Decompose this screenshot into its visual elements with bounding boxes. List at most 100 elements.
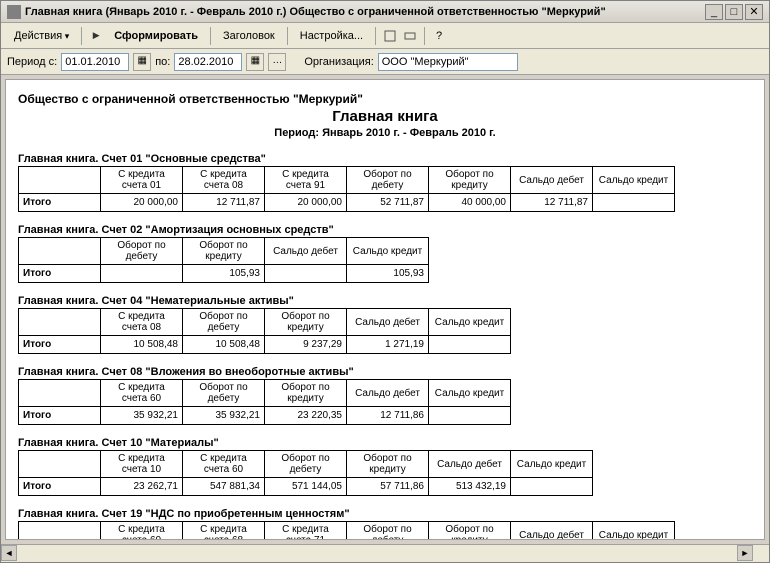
value-cell: 9 237,29	[265, 336, 347, 354]
org-input[interactable]	[378, 53, 518, 71]
column-header: С кредита счета 60	[101, 522, 183, 541]
column-header: С кредита счета 08	[183, 167, 265, 194]
ledger-table: С кредита счета 08Оборот по дебетуОборот…	[18, 308, 511, 354]
value-cell	[429, 407, 511, 425]
section-title: Главная книга. Счет 08 "Вложения во внео…	[18, 366, 752, 378]
section-title: Главная книга. Счет 19 "НДС по приобрете…	[18, 508, 752, 520]
date-to-input[interactable]	[174, 53, 242, 71]
ledger-table: С кредита счета 60Оборот по дебетуОборот…	[18, 379, 511, 425]
column-header: Сальдо дебет	[511, 167, 593, 194]
org-label: Организация:	[304, 56, 373, 68]
sections-host: Главная книга. Счет 01 "Основные средств…	[18, 153, 752, 540]
value-cell	[511, 478, 593, 496]
settings-button[interactable]: Настройка...	[293, 27, 370, 45]
tool-icon-1[interactable]	[381, 27, 399, 45]
column-header: Сальдо кредит	[347, 238, 429, 265]
to-label: по:	[155, 56, 170, 68]
value-cell: 10 508,48	[101, 336, 183, 354]
filterbar: Период с: ▦ по: ▦ … Организация:	[1, 49, 769, 75]
play-icon[interactable]	[87, 27, 105, 45]
scroll-right-button[interactable]: ►	[737, 545, 753, 561]
column-header: Оборот по кредиту	[265, 380, 347, 407]
value-cell: 547 881,34	[183, 478, 265, 496]
row-label: Итого	[19, 265, 101, 283]
section-title: Главная книга. Счет 04 "Нематериальные а…	[18, 295, 752, 307]
blank-header	[19, 522, 101, 541]
ledger-section: Главная книга. Счет 02 "Амортизация осно…	[18, 224, 752, 283]
row-label: Итого	[19, 407, 101, 425]
actions-menu[interactable]: Действия	[7, 27, 76, 45]
minimize-button[interactable]: _	[705, 4, 723, 20]
value-cell: 52 711,87	[347, 194, 429, 212]
blank-header	[19, 167, 101, 194]
ledger-table: С кредита счета 60С кредита счета 68С кр…	[18, 521, 675, 540]
document-area[interactable]: Общество с ограниченной ответственностью…	[5, 79, 765, 540]
row-label: Итого	[19, 478, 101, 496]
column-header: Оборот по кредиту	[429, 167, 511, 194]
column-header: Оборот по кредиту	[347, 451, 429, 478]
app-icon	[7, 5, 21, 19]
generate-button[interactable]: Сформировать	[107, 27, 205, 45]
separator	[287, 27, 288, 45]
column-header: Оборот по дебету	[183, 380, 265, 407]
maximize-button[interactable]: □	[725, 4, 743, 20]
tool-icon-2[interactable]	[401, 27, 419, 45]
row-label: Итого	[19, 194, 101, 212]
blank-header	[19, 380, 101, 407]
column-header: Сальдо кредит	[593, 167, 675, 194]
value-cell: 513 432,19	[429, 478, 511, 496]
ledger-table: С кредита счета 01С кредита счета 08С кр…	[18, 166, 675, 212]
value-cell: 10 508,48	[183, 336, 265, 354]
date-to-picker-icon[interactable]: ▦	[246, 53, 264, 71]
toolbar: Действия Сформировать Заголовок Настройк…	[1, 23, 769, 49]
window-controls: _ □ ✕	[705, 4, 763, 20]
ledger-section: Главная книга. Счет 01 "Основные средств…	[18, 153, 752, 212]
column-header: Оборот по кредиту	[429, 522, 511, 541]
section-title: Главная книга. Счет 01 "Основные средств…	[18, 153, 752, 165]
separator	[424, 27, 425, 45]
separator	[375, 27, 376, 45]
value-cell: 12 711,87	[511, 194, 593, 212]
separator	[81, 27, 82, 45]
help-icon[interactable]: ?	[430, 27, 448, 45]
section-title: Главная книга. Счет 02 "Амортизация осно…	[18, 224, 752, 236]
scroll-left-button[interactable]: ◄	[1, 545, 17, 561]
value-cell	[265, 265, 347, 283]
value-cell: 57 711,86	[347, 478, 429, 496]
column-header: Оборот по дебету	[183, 309, 265, 336]
blank-header	[19, 309, 101, 336]
column-header: С кредита счета 71	[265, 522, 347, 541]
blank-header	[19, 238, 101, 265]
column-header: Сальдо дебет	[347, 380, 429, 407]
column-header: Оборот по дебету	[347, 522, 429, 541]
close-button[interactable]: ✕	[745, 4, 763, 20]
period-select-button[interactable]: …	[268, 53, 286, 71]
column-header: Оборот по кредиту	[265, 309, 347, 336]
column-header: Сальдо дебет	[429, 451, 511, 478]
value-cell: 20 000,00	[101, 194, 183, 212]
date-from-picker-icon[interactable]: ▦	[133, 53, 151, 71]
ledger-section: Главная книга. Счет 04 "Нематериальные а…	[18, 295, 752, 354]
column-header: Оборот по дебету	[347, 167, 429, 194]
column-header: Сальдо кредит	[593, 522, 675, 541]
value-cell	[593, 194, 675, 212]
bottom-scrollbar: ◄ ►	[1, 544, 769, 562]
period-label: Период с:	[7, 56, 57, 68]
column-header: С кредита счета 08	[101, 309, 183, 336]
value-cell: 105,93	[183, 265, 265, 283]
value-cell: 571 144,05	[265, 478, 347, 496]
ledger-table: С кредита счета 10С кредита счета 60Обор…	[18, 450, 593, 496]
column-header: Оборот по дебету	[101, 238, 183, 265]
titlebar: Главная книга (Январь 2010 г. - Февраль …	[1, 1, 769, 23]
ledger-section: Главная книга. Счет 10 "Материалы"С кред…	[18, 437, 752, 496]
value-cell: 20 000,00	[265, 194, 347, 212]
value-cell: 12 711,86	[347, 407, 429, 425]
value-cell: 40 000,00	[429, 194, 511, 212]
column-header: Сальдо кредит	[429, 380, 511, 407]
value-cell: 1 271,19	[347, 336, 429, 354]
value-cell: 23 262,71	[101, 478, 183, 496]
header-button[interactable]: Заголовок	[216, 27, 282, 45]
ledger-section: Главная книга. Счет 19 "НДС по приобрете…	[18, 508, 752, 540]
date-from-input[interactable]	[61, 53, 129, 71]
value-cell: 35 932,21	[101, 407, 183, 425]
